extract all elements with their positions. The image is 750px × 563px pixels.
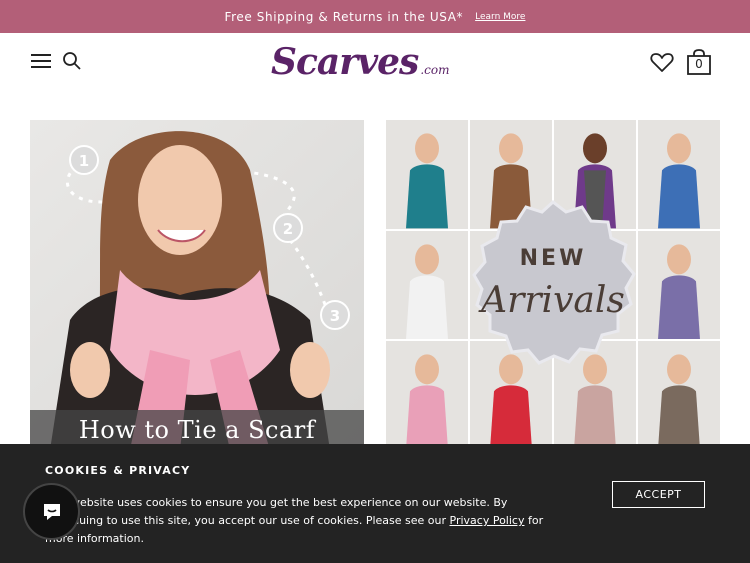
cookie-title: COOKIES & PRIVACY [45, 464, 191, 477]
learn-more-link[interactable]: Learn More [475, 12, 525, 22]
new-label: NEW [520, 246, 587, 271]
site-logo[interactable]: Scarves .com [271, 41, 479, 83]
step-number: 2 [283, 220, 293, 238]
logo-wordmark: Scarves [271, 41, 419, 83]
chat-icon [43, 503, 60, 520]
step-number: 1 [79, 152, 89, 170]
hamburger-icon[interactable] [31, 54, 51, 70]
how-to-tie-tile[interactable]: 1 2 3 How to Tie a Scarf [30, 120, 364, 450]
logo-suffix: .com [420, 63, 450, 77]
cookie-body: This website uses cookies to ensure you … [45, 494, 555, 548]
promo-text: Free Shipping & Returns in the USA* [224, 9, 464, 24]
arrivals-label: Arrivals [478, 280, 625, 321]
heart-icon[interactable] [650, 51, 674, 73]
step-number: 3 [330, 307, 340, 325]
cookie-banner: COOKIES & PRIVACY This website uses cook… [0, 444, 750, 563]
new-arrivals-tile[interactable]: NEW Arrivals [386, 120, 720, 450]
cookie-text: This website uses cookies to ensure you … [45, 496, 508, 527]
search-icon[interactable] [62, 51, 82, 71]
privacy-policy-link[interactable]: Privacy Policy [450, 514, 525, 527]
cart-count: 0 [695, 57, 703, 71]
new-arrivals-badge: NEW Arrivals [472, 200, 636, 365]
promo-bar: Free Shipping & Returns in the USA* Lear… [0, 0, 750, 33]
chat-widget-button[interactable] [23, 483, 80, 540]
how-to-tie-image: 1 2 3 [50, 131, 350, 450]
bag-icon[interactable]: 0 [686, 48, 712, 76]
site-header: Scarves .com 0 [0, 33, 750, 95]
accept-button[interactable]: ACCEPT [612, 481, 705, 508]
